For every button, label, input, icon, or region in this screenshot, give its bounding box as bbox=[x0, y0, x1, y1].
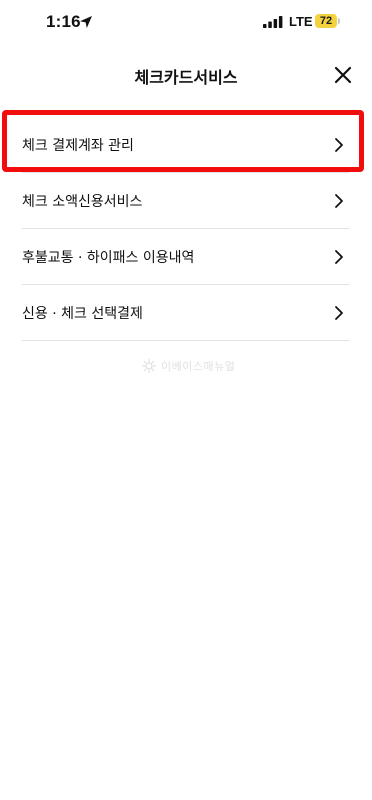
watermark: 이베이스매뉴얼 bbox=[142, 358, 235, 374]
menu-item-label: 후불교통 · 하이패스 이용내역 bbox=[22, 249, 195, 266]
battery-indicator: 72 bbox=[315, 14, 337, 28]
header: 체크카드서비스 bbox=[0, 48, 372, 100]
chevron-right-icon bbox=[335, 249, 343, 264]
close-icon bbox=[334, 66, 352, 84]
network-label: LTE bbox=[289, 14, 313, 29]
menu-item-micro-credit[interactable]: 체크 소액신용서비스 bbox=[0, 172, 372, 229]
close-button[interactable] bbox=[328, 60, 358, 90]
sun-logo-icon bbox=[142, 359, 156, 373]
menu-item-payment-account[interactable]: 체크 결제계좌 관리 bbox=[0, 116, 372, 173]
location-arrow-icon bbox=[80, 16, 92, 28]
status-time: 1:16 bbox=[46, 12, 81, 31]
menu-item-label: 체크 소액신용서비스 bbox=[22, 193, 143, 210]
page-title: 체크카드서비스 bbox=[134, 68, 238, 87]
chevron-right-icon bbox=[335, 193, 343, 208]
menu-item-transit-hipass[interactable]: 후불교통 · 하이패스 이용내역 bbox=[0, 228, 372, 285]
divider bbox=[22, 340, 350, 341]
signal-bars-icon bbox=[263, 16, 283, 28]
watermark-text: 이베이스매뉴얼 bbox=[161, 360, 236, 373]
status-bar: 1:16 LTE 72 bbox=[0, 0, 372, 46]
chevron-right-icon bbox=[335, 137, 343, 152]
chevron-right-icon bbox=[335, 305, 343, 320]
menu-item-credit-check-select[interactable]: 신용 · 체크 선택결제 bbox=[0, 284, 372, 341]
battery-tip bbox=[338, 18, 340, 24]
menu-item-label: 신용 · 체크 선택결제 bbox=[22, 305, 143, 322]
menu-item-label: 체크 결제계좌 관리 bbox=[22, 137, 134, 154]
